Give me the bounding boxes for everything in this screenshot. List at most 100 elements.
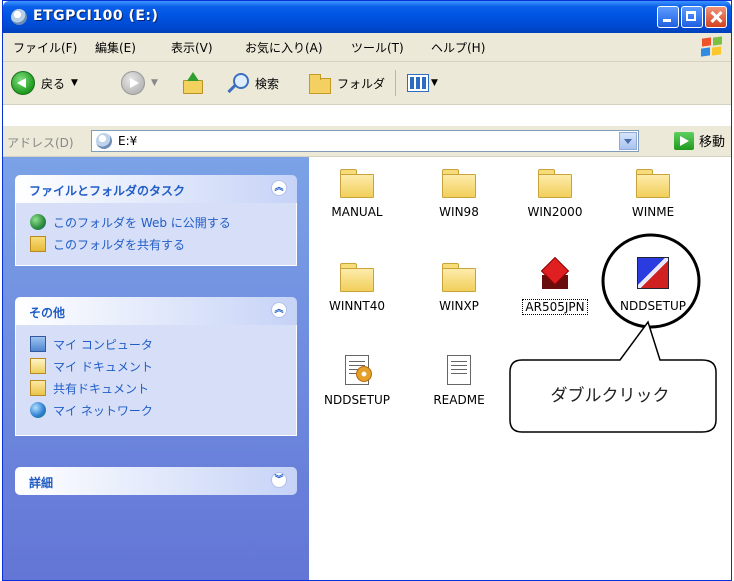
chevron-down-icon[interactable]: ▼ <box>431 78 438 88</box>
address-dropdown-button[interactable] <box>619 132 637 150</box>
back-button[interactable]: 戻る ▼ <box>11 69 78 97</box>
item-label: WINNT40 <box>329 299 385 313</box>
folders-label: フォルダ <box>337 76 386 91</box>
search-button[interactable]: 検索 <box>227 69 279 97</box>
menu-file[interactable]: ファイル(F) <box>13 39 77 56</box>
file-list: MANUAL WIN98 WIN2000 WINME WINNT40 WINXP… <box>309 157 731 580</box>
shared-folder-icon <box>30 236 46 252</box>
folder-item[interactable]: WIN98 <box>419 169 499 219</box>
link-my-documents[interactable]: マイ ドキュメント <box>16 355 296 377</box>
explorer-window: ETGPCI100 (E:) ファイル(F) 編集(E) 表示(V) お気に入り… <box>2 0 732 581</box>
folder-icon <box>340 263 374 292</box>
menu-favorites[interactable]: お気に入り(A) <box>245 39 323 56</box>
go-button[interactable]: 移動 <box>673 131 725 150</box>
search-label: 検索 <box>255 76 280 91</box>
toolbar: 戻る ▼ ▼ 検索 フォルダ ▼ <box>3 62 731 105</box>
chevron-down-icon[interactable]: ▼ <box>151 78 158 88</box>
menu-edit[interactable]: 編集(E) <box>95 39 136 56</box>
item-label: NDDSETUP <box>323 393 390 407</box>
folder-icon <box>538 169 572 198</box>
chevron-down-icon[interactable]: ▼ <box>71 78 78 88</box>
file-item[interactable]: README <box>419 355 499 407</box>
folder-item[interactable]: WINXP <box>419 263 499 313</box>
toolbar-separator <box>395 70 396 96</box>
item-label: AR505JPN <box>522 299 588 315</box>
window-title: ETGPCI100 (E:) <box>33 8 159 24</box>
forward-button[interactable]: ▼ <box>121 69 158 97</box>
task-publish-web[interactable]: このフォルダを Web に公開する <box>16 211 296 233</box>
item-label: WIN2000 <box>527 205 583 219</box>
folder-item[interactable]: MANUAL <box>317 169 397 219</box>
panel-title: ファイルとフォルダのタスク <box>29 184 186 198</box>
panel-other-places: その他 ︽ マイ コンピュータ マイ ドキュメント 共有ドキュメント マイ ネッ… <box>15 297 297 436</box>
folder-item[interactable]: WINNT40 <box>317 263 397 313</box>
expand-chevron-icon[interactable]: ︾ <box>271 472 287 488</box>
task-label: このフォルダを共有する <box>53 237 186 252</box>
task-label: マイ ドキュメント <box>53 359 153 374</box>
item-label: WINME <box>631 205 675 219</box>
task-share-folder[interactable]: このフォルダを共有する <box>16 233 296 255</box>
text-document-icon <box>447 355 471 385</box>
panel-body: マイ コンピュータ マイ ドキュメント 共有ドキュメント マイ ネットワーク <box>15 325 297 436</box>
item-label: MANUAL <box>331 205 383 219</box>
link-my-network[interactable]: マイ ネットワーク <box>16 399 296 421</box>
go-label: 移動 <box>698 135 725 150</box>
close-button[interactable] <box>705 6 727 28</box>
panel-header[interactable]: 詳細 ︾ <box>15 467 297 495</box>
panel-header[interactable]: その他 ︽ <box>15 297 297 325</box>
drive-icon <box>96 133 112 149</box>
folder-icon <box>636 169 670 198</box>
folder-item[interactable]: WINME <box>613 169 693 219</box>
documents-folder-icon <box>30 358 46 374</box>
network-icon <box>30 402 46 418</box>
address-bar: アドレス(D) E:¥ 移動 <box>3 126 731 157</box>
link-shared-documents[interactable]: 共有ドキュメント <box>16 377 296 399</box>
search-icon <box>227 72 249 94</box>
task-label: マイ コンピュータ <box>53 337 153 352</box>
item-label: WIN98 <box>439 205 479 219</box>
file-item[interactable]: NDDSETUP <box>317 355 397 407</box>
maximize-button[interactable] <box>681 6 703 28</box>
folder-item[interactable]: WIN2000 <box>515 169 595 219</box>
windows-logo-icon <box>701 36 725 58</box>
menu-bar: ファイル(F) 編集(E) 表示(V) お気に入り(A) ツール(T) ヘルプ(… <box>3 33 731 62</box>
back-arrow-icon <box>11 71 35 95</box>
callout-label: ダブルクリック <box>550 386 670 406</box>
globe-icon <box>30 214 46 230</box>
folder-icon <box>442 169 476 198</box>
computer-icon <box>30 336 46 352</box>
item-label: NDDSETUP <box>619 299 686 313</box>
folder-icon <box>442 263 476 292</box>
panel-header[interactable]: ファイルとフォルダのタスク ︽ <box>15 175 297 203</box>
menu-view[interactable]: 表示(V) <box>171 39 213 56</box>
views-icon <box>407 74 429 92</box>
task-label: 共有ドキュメント <box>53 381 150 396</box>
task-label: このフォルダを Web に公開する <box>53 215 231 230</box>
address-input[interactable]: E:¥ <box>91 130 639 152</box>
title-bar[interactable]: ETGPCI100 (E:) <box>3 1 731 33</box>
folders-icon <box>307 72 331 94</box>
panel-title: 詳細 <box>29 476 54 490</box>
file-item[interactable]: NDDSETUP <box>613 257 693 313</box>
shared-documents-icon <box>30 380 46 396</box>
collapse-chevron-icon[interactable]: ︽ <box>271 302 287 318</box>
task-pane: ファイルとフォルダのタスク ︽ このフォルダを Web に公開する このフォルダ… <box>3 157 309 580</box>
setup-app-icon <box>637 257 669 289</box>
file-item[interactable]: AR505JPN <box>515 261 595 315</box>
up-button[interactable] <box>181 69 203 97</box>
panel-details: 詳細 ︾ <box>15 467 297 495</box>
minimize-button[interactable] <box>657 6 679 28</box>
folders-button[interactable]: フォルダ <box>307 69 385 97</box>
address-label: アドレス(D) <box>7 136 74 150</box>
collapse-chevron-icon[interactable]: ︽ <box>271 180 287 196</box>
item-label: WINXP <box>439 299 479 313</box>
item-label: README <box>433 393 485 407</box>
address-value: E:¥ <box>118 134 138 148</box>
link-my-computer[interactable]: マイ コンピュータ <box>16 333 296 355</box>
back-label: 戻る <box>41 76 66 91</box>
panel-body: このフォルダを Web に公開する このフォルダを共有する <box>15 203 297 266</box>
views-button[interactable]: ▼ <box>407 69 438 97</box>
menu-tools[interactable]: ツール(T) <box>351 39 404 56</box>
menu-help[interactable]: ヘルプ(H) <box>431 39 485 56</box>
panel-title: その他 <box>29 306 66 320</box>
